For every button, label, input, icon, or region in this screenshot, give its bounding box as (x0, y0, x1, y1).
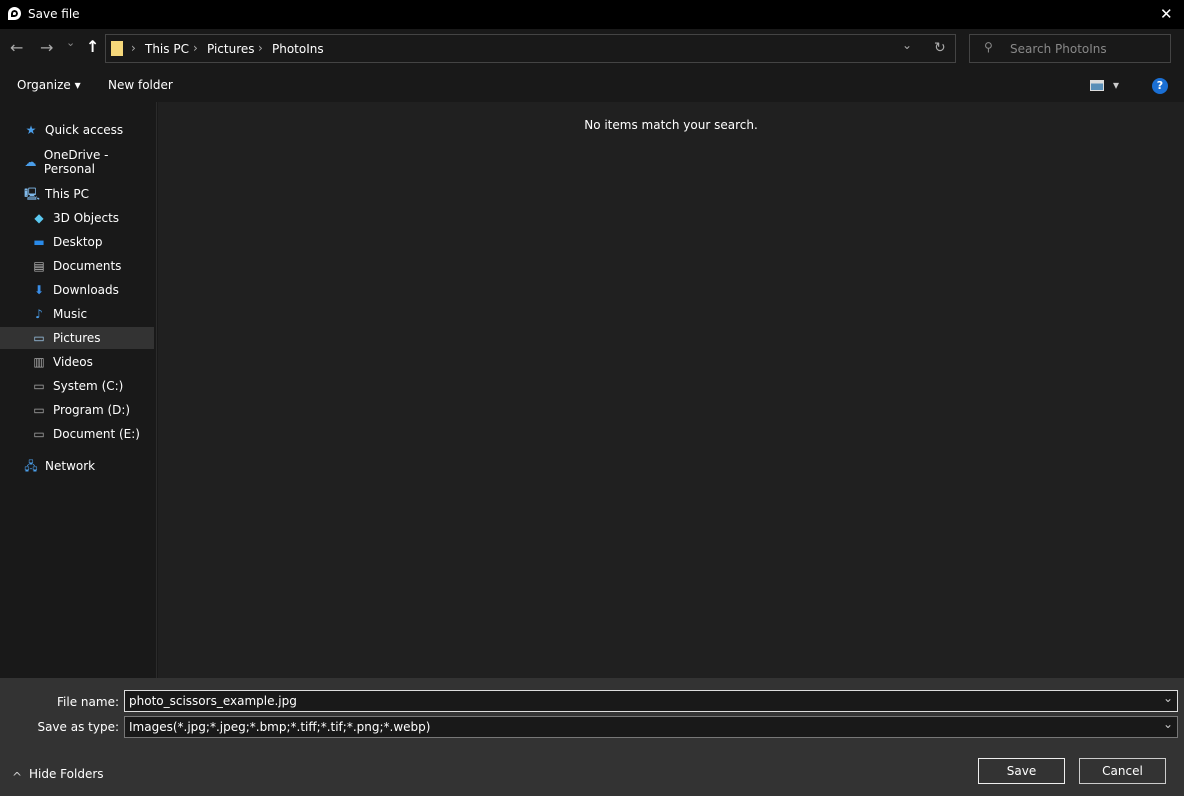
up-button[interactable]: ↑ (86, 37, 99, 56)
sidebar-item-downloads[interactable]: ⬇ Downloads (0, 279, 154, 301)
sidebar-item-documents[interactable]: ▤ Documents (0, 255, 154, 277)
view-options-icon[interactable] (1090, 80, 1104, 91)
breadcrumb-sep: › (131, 41, 136, 55)
file-list[interactable]: No items match your search. (158, 102, 1184, 678)
sidebar-item-system-c[interactable]: ▭ System (C:) (0, 375, 154, 397)
video-icon: ▥ (33, 355, 45, 369)
download-icon: ⬇ (33, 283, 45, 297)
sidebar-item-label: OneDrive - Personal (43, 148, 109, 176)
sidebar-item-label: Document (E:) (53, 427, 140, 441)
chevron-down-icon[interactable]: ⌄ (1163, 688, 1173, 708)
network-icon: 🖧 (24, 459, 38, 473)
drive-icon: ▭ (33, 427, 45, 441)
sidebar-item-label: Network (45, 459, 96, 473)
chevron-down-icon: ⌄ (1162, 717, 1173, 731)
sidebar-item-label: 3D Objects (53, 211, 120, 225)
cloud-icon: ☁ (24, 155, 37, 169)
sidebar-item-3d-objects[interactable]: ◆ 3D Objects (0, 207, 154, 229)
search-input[interactable]: ⚲ Search PhotoIns (969, 34, 1171, 63)
breadcrumb-this-pc[interactable]: This PC (145, 42, 189, 56)
app-logo-icon (8, 7, 21, 20)
close-button[interactable]: ✕ (1160, 5, 1173, 23)
refresh-button[interactable]: ↻ (934, 40, 946, 56)
sidebar-item-onedrive-personal[interactable]: ☁ OneDrive - Personal (0, 148, 154, 176)
sidebar-item-music[interactable]: ♪ Music (0, 303, 154, 325)
sidebar-item-label: Documents (53, 259, 122, 273)
new-folder-button[interactable]: New folder (108, 78, 173, 92)
view-dropdown-button[interactable]: ▾ (1113, 78, 1119, 92)
hide-folders-button[interactable]: Hide Folders (29, 767, 104, 781)
save-as-type-label: Save as type: (37, 720, 119, 734)
navigation-pane: ★ Quick access ☁ OneDrive - Personal 🖳 This P… (0, 102, 157, 678)
sidebar-item-network[interactable]: 🖧 Network (0, 455, 154, 477)
navigation-bar: ← → ⌄ ↑ › This PC › Pictures › PhotoIns … (0, 29, 1184, 69)
empty-message: No items match your search. (584, 118, 758, 132)
save-button[interactable]: Save (978, 758, 1065, 784)
breadcrumb-sep: › (258, 41, 263, 55)
sidebar-item-desktop[interactable]: ▬ Desktop (0, 231, 154, 253)
forward-button[interactable]: → (40, 38, 53, 57)
back-button[interactable]: ← (10, 38, 23, 57)
toolbar: Organize ▾ New folder ▾ ? (0, 69, 1184, 102)
breadcrumb-pictures[interactable]: Pictures (207, 42, 255, 56)
sidebar-item-label: Pictures (53, 331, 101, 345)
pictures-icon: ▭ (33, 331, 45, 345)
breadcrumb-sep: › (193, 41, 198, 55)
sidebar-item-label: Music (53, 307, 88, 321)
cube-icon: ◆ (34, 211, 44, 225)
document-icon: ▤ (33, 259, 45, 273)
sidebar-item-videos[interactable]: ▥ Videos (0, 351, 154, 373)
recent-locations-button[interactable]: ⌄ (66, 36, 75, 49)
save-panel: File name: photo_scissors_example.jpg ⌄ … (0, 678, 1184, 796)
address-bar[interactable]: › This PC › Pictures › PhotoIns ⌄ ↻ (105, 34, 956, 63)
cancel-button[interactable]: Cancel (1079, 758, 1166, 784)
sidebar-item-this-pc[interactable]: 🖳 This PC (0, 183, 154, 205)
file-name-label: File name: (57, 695, 119, 709)
music-icon: ♪ (35, 307, 43, 321)
window-title: Save file (28, 7, 80, 21)
sidebar-item-quick-access[interactable]: ★ Quick access (0, 119, 154, 141)
sidebar-item-label: Program (D:) (53, 403, 131, 417)
sidebar-item-label: Quick access (45, 123, 124, 137)
file-name-value: photo_scissors_example.jpg (129, 694, 297, 708)
chevron-up-icon: ^ (12, 770, 23, 784)
star-icon: ★ (25, 123, 37, 137)
sidebar-item-document-e[interactable]: ▭ Document (E:) (0, 423, 154, 445)
search-placeholder: Search PhotoIns (1010, 42, 1107, 56)
breadcrumb-photoins[interactable]: PhotoIns (272, 42, 324, 56)
organize-button[interactable]: Organize ▾ (17, 78, 81, 92)
sidebar-item-label: Desktop (53, 235, 103, 249)
search-icon: ⚲ (984, 40, 993, 54)
sidebar-item-label: This PC (45, 187, 89, 201)
computer-icon: 🖳 (24, 187, 41, 201)
drive-icon: ▭ (33, 379, 45, 393)
sidebar-item-label: Videos (53, 355, 93, 369)
address-dropdown-button[interactable]: ⌄ (902, 38, 912, 52)
save-as-type-value: Images(*.jpg;*.jpeg;*.bmp;*.tiff;*.tif;*… (129, 720, 431, 734)
help-button[interactable]: ? (1152, 78, 1168, 94)
sidebar-item-pictures[interactable]: ▭ Pictures (0, 327, 154, 349)
sidebar-item-label: System (C:) (53, 379, 124, 393)
folder-icon (111, 41, 123, 56)
sidebar-item-label: Downloads (53, 283, 119, 297)
title-bar: Save file ✕ (0, 0, 1184, 29)
desktop-icon: ▬ (33, 235, 45, 249)
drive-icon: ▭ (33, 403, 45, 417)
save-as-type-select[interactable]: Images(*.jpg;*.jpeg;*.bmp;*.tiff;*.tif;*… (124, 716, 1178, 738)
file-name-input[interactable]: photo_scissors_example.jpg ⌄ (124, 690, 1178, 712)
sidebar-item-program-d[interactable]: ▭ Program (D:) (0, 399, 154, 421)
